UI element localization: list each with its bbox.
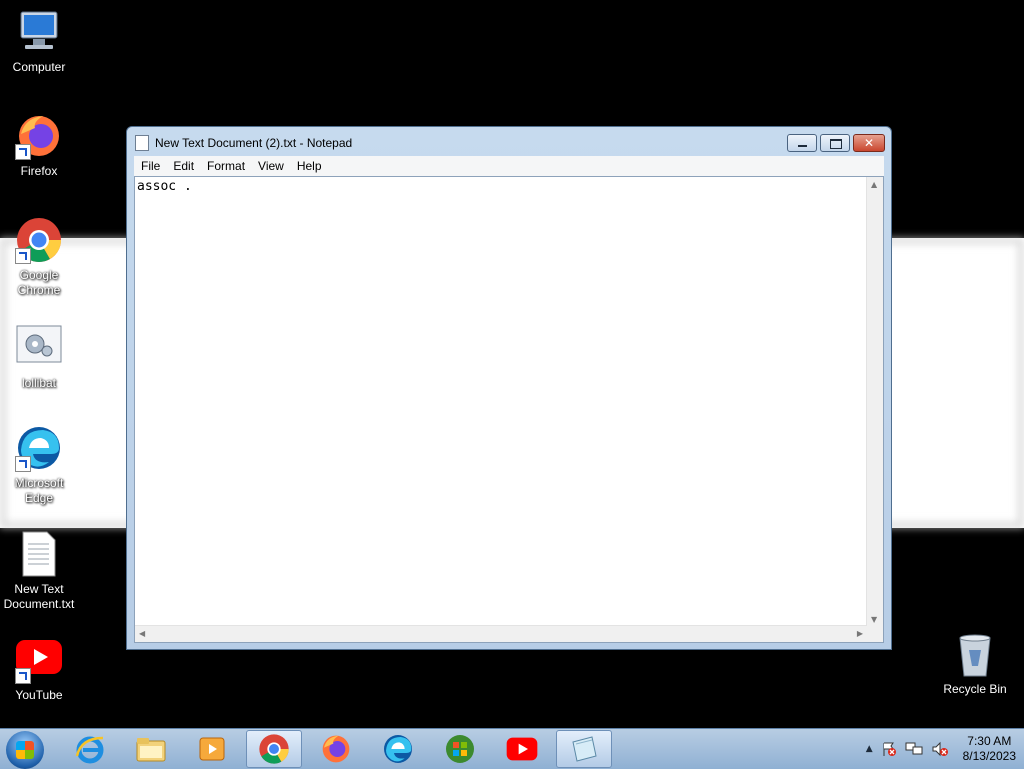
- shortcut-arrow-icon: [15, 248, 31, 264]
- desktop-icon-label: Recycle Bin: [943, 682, 1007, 696]
- scroll-right-arrow-icon[interactable]: ▶: [857, 629, 863, 638]
- horizontal-scrollbar[interactable]: ◀ ▶: [135, 625, 867, 642]
- clock-date: 8/13/2023: [962, 749, 1016, 763]
- maximize-icon: [830, 139, 842, 149]
- firefox-icon: [15, 112, 63, 160]
- notepad-window[interactable]: New Text Document (2).txt - Notepad ✕ Fi…: [126, 126, 892, 650]
- minimize-icon: [798, 145, 807, 147]
- edge-icon: [15, 424, 63, 472]
- close-button[interactable]: ✕: [853, 134, 885, 152]
- taskbar-media-player[interactable]: [184, 730, 240, 768]
- minimize-button[interactable]: [787, 134, 817, 152]
- menu-view[interactable]: View: [251, 159, 290, 173]
- media-player-icon: [199, 737, 225, 761]
- window-title: New Text Document (2).txt - Notepad: [155, 136, 353, 150]
- maximize-button[interactable]: [820, 134, 850, 152]
- clock[interactable]: 7:30 AM 8/13/2023: [963, 734, 1016, 764]
- ie-icon: [75, 736, 104, 764]
- shortcut-arrow-icon: [15, 668, 31, 684]
- desktop-icon-label: Computer: [12, 60, 66, 74]
- system-tray: ▲ 7:30 AM 8/13/2023: [866, 732, 1016, 766]
- volume-muted-icon[interactable]: [931, 741, 949, 757]
- menu-format[interactable]: Format: [200, 159, 251, 173]
- chrome-icon: [15, 216, 63, 264]
- desktop-icon-youtube[interactable]: YouTube: [0, 636, 78, 703]
- desktop-icon-label: YouTube: [15, 688, 63, 702]
- desktop-icon-new-text-document[interactable]: New Text Document.txt: [0, 530, 78, 612]
- desktop-icon-label: New Text Document.txt: [3, 582, 75, 611]
- text-editor-area[interactable]: assoc . ▲ ▼ ◀ ▶: [134, 176, 884, 643]
- text-file-icon: [15, 530, 63, 578]
- computer-icon: [15, 8, 63, 56]
- windows-media-center-icon: [446, 735, 474, 763]
- youtube-icon: [15, 636, 63, 684]
- taskbar-edge[interactable]: [370, 730, 426, 768]
- chrome-icon: [259, 734, 289, 764]
- settings-file-icon: [15, 324, 63, 372]
- size-grip[interactable]: [867, 626, 883, 642]
- firefox-icon: [322, 735, 350, 763]
- clock-time: 7:30 AM: [967, 734, 1012, 748]
- desktop-icon-firefox[interactable]: Firefox: [0, 112, 78, 179]
- windows-logo-icon: [16, 741, 34, 759]
- taskbar-youtube[interactable]: [494, 730, 550, 768]
- explorer-icon: [136, 738, 166, 762]
- desktop-icon-computer[interactable]: Computer: [0, 8, 78, 75]
- desktop-icon-label: lollibat: [21, 376, 57, 390]
- menu-file[interactable]: File: [134, 159, 166, 173]
- start-button[interactable]: [6, 731, 44, 769]
- menu-help[interactable]: Help: [290, 159, 328, 173]
- taskbar-media-center[interactable]: [432, 730, 488, 768]
- taskbar-explorer[interactable]: [123, 730, 179, 768]
- notepad-icon: [572, 736, 597, 762]
- close-icon: ✕: [863, 136, 875, 150]
- taskbar-notepad[interactable]: [556, 730, 612, 768]
- menu-edit[interactable]: Edit: [166, 159, 200, 173]
- shortcut-arrow-icon: [15, 456, 31, 472]
- scroll-left-arrow-icon[interactable]: ◀: [139, 629, 145, 638]
- show-hidden-icons-button[interactable]: ▲: [866, 744, 873, 754]
- taskbar-ie[interactable]: [62, 730, 118, 768]
- desktop-icon-lollibat[interactable]: lollibat: [0, 324, 78, 391]
- desktop-icon-label: Firefox: [20, 164, 58, 178]
- recycle-bin-icon: [951, 630, 999, 678]
- desktop-icon-edge[interactable]: Microsoft Edge: [0, 424, 78, 506]
- vertical-scrollbar[interactable]: ▲ ▼: [866, 177, 883, 627]
- notepad-icon: [135, 135, 149, 151]
- window-titlebar[interactable]: New Text Document (2).txt - Notepad: [135, 133, 352, 153]
- desktop-icon-recycle-bin[interactable]: Recycle Bin: [936, 630, 1014, 697]
- taskbar-chrome[interactable]: [246, 730, 302, 768]
- menu-bar: File Edit Format View Help: [134, 156, 884, 176]
- youtube-icon: [506, 737, 538, 761]
- desktop-icon-label: Microsoft Edge: [14, 476, 64, 505]
- action-center-icon[interactable]: [881, 741, 897, 757]
- taskbar-firefox[interactable]: [308, 730, 364, 768]
- desktop-icon-chrome[interactable]: Google Chrome: [0, 216, 78, 298]
- scroll-up-arrow-icon[interactable]: ▲: [871, 180, 877, 189]
- edge-icon: [384, 735, 412, 763]
- taskbar: ▲ 7:30 AM 8/13/2023: [0, 728, 1024, 769]
- shortcut-arrow-icon: [15, 144, 31, 160]
- document-text[interactable]: assoc .: [137, 179, 192, 194]
- desktop-icon-label: Google Chrome: [17, 268, 61, 297]
- network-icon[interactable]: [905, 741, 923, 757]
- scroll-down-arrow-icon[interactable]: ▼: [871, 615, 877, 624]
